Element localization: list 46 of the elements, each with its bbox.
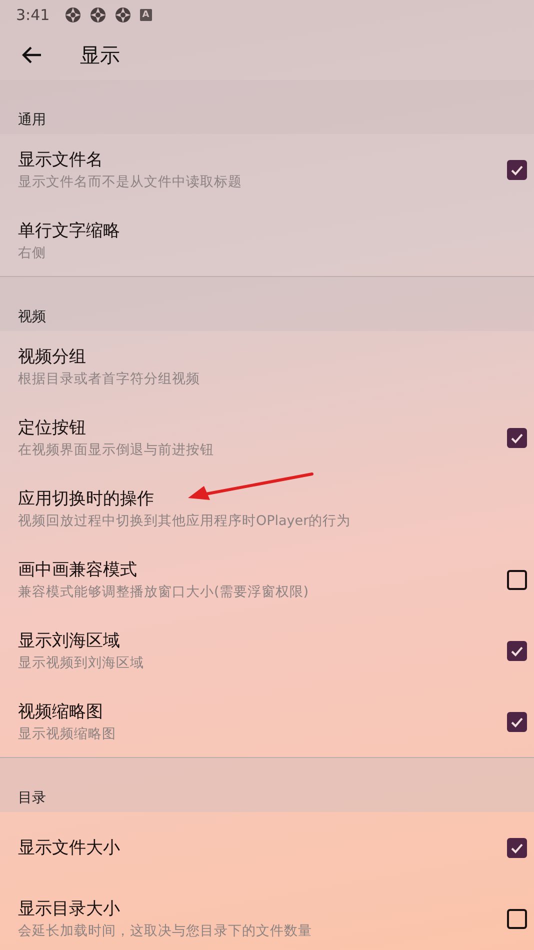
- aperture-icon: [90, 7, 106, 23]
- settings-item[interactable]: 视频分组 根据目录或者首字符分组视频: [0, 331, 534, 402]
- settings-item[interactable]: 画中画兼容模式 兼容模式能够调整播放窗口大小(需要浮窗权限): [0, 544, 534, 615]
- item-subtitle: 会延长加载时间，这取决与您目录下的文件数量: [18, 922, 312, 940]
- settings-item[interactable]: 显示目录大小 会延长加载时间，这取决与您目录下的文件数量: [0, 883, 534, 950]
- item-subtitle: 根据目录或者首字符分组视频: [18, 370, 200, 388]
- item-title: 单行文字缩略: [18, 220, 120, 242]
- aperture-icon: [114, 7, 131, 23]
- settings-item[interactable]: 应用切换时的操作 视频回放过程中切换到其他应用程序时OPlayer的行为: [0, 473, 534, 544]
- item-title: 视频缩略图: [18, 700, 103, 724]
- aperture-icon: [64, 7, 81, 23]
- section-header: 目录: [18, 789, 46, 808]
- settings-item[interactable]: 显示文件名 显示文件名而不是从文件中读取标题: [0, 134, 534, 205]
- notification-icon: A: [140, 9, 152, 21]
- item-title: 画中画兼容模式: [18, 558, 137, 582]
- item-subtitle: 显示视频到刘海区域: [18, 654, 144, 672]
- checkbox[interactable]: [507, 712, 527, 732]
- item-subtitle: 视频回放过程中切换到其他应用程序时OPlayer的行为: [18, 512, 351, 530]
- section-header: 视频: [18, 308, 46, 327]
- item-title: 视频分组: [18, 346, 86, 368]
- item-title: 显示文件大小: [18, 836, 120, 860]
- item-subtitle: 显示文件名而不是从文件中读取标题: [18, 172, 242, 192]
- item-subtitle: 兼容模式能够调整播放窗口大小(需要浮窗权限): [18, 582, 309, 602]
- settings-item[interactable]: 单行文字缩略 右侧: [0, 205, 534, 276]
- item-subtitle: 在视频界面显示倒退与前进按钮: [18, 440, 214, 460]
- status-time: 3:41: [16, 4, 50, 26]
- item-subtitle: 显示视频缩略图: [18, 724, 116, 744]
- settings-item[interactable]: 定位按钮 在视频界面显示倒退与前进按钮: [0, 402, 534, 473]
- checkbox[interactable]: [507, 428, 527, 448]
- checkbox[interactable]: [507, 640, 527, 660]
- item-title: 显示目录大小: [18, 898, 120, 920]
- item-title: 定位按钮: [18, 416, 86, 440]
- item-title: 应用切换时的操作: [18, 488, 154, 510]
- settings-item[interactable]: 视频缩略图 显示视频缩略图: [0, 686, 534, 757]
- item-title: 显示刘海区域: [18, 630, 120, 652]
- back-arrow-icon: [22, 46, 42, 64]
- page-title: 显示: [80, 42, 120, 69]
- section-header: 通用: [18, 111, 46, 130]
- item-subtitle: 右侧: [18, 244, 46, 262]
- settings-item[interactable]: 显示文件大小: [0, 812, 534, 883]
- item-title: 显示文件名: [18, 148, 103, 172]
- checkbox[interactable]: [507, 160, 527, 180]
- checkbox[interactable]: [507, 570, 527, 590]
- checkbox[interactable]: [507, 908, 527, 928]
- checkbox[interactable]: [507, 838, 527, 858]
- settings-item[interactable]: 显示刘海区域 显示视频到刘海区域: [0, 615, 534, 686]
